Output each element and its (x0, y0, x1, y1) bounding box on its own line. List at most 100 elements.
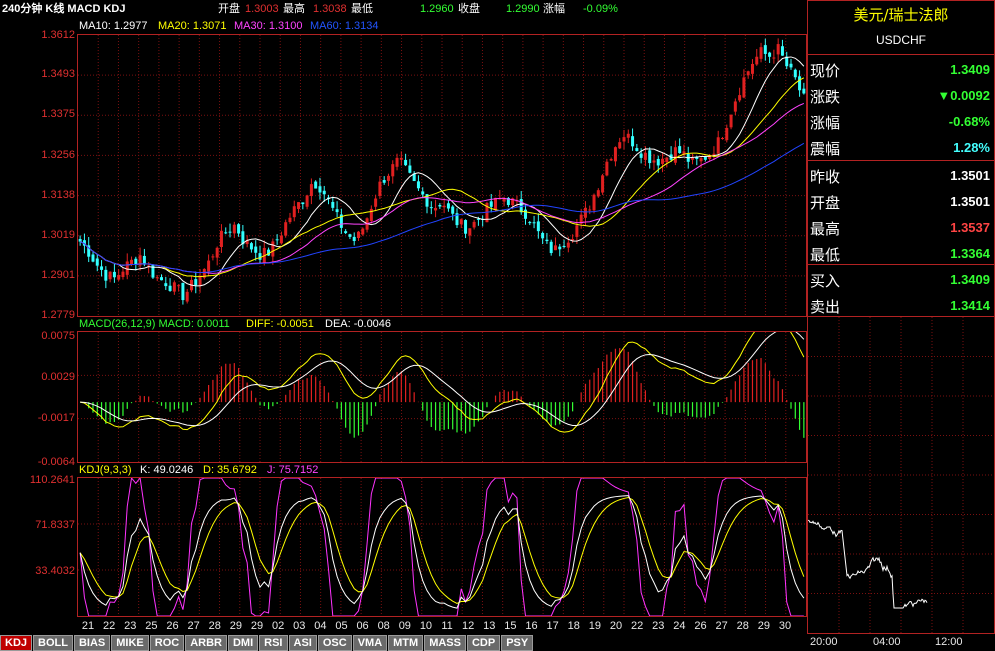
candle-body (395, 157, 399, 167)
date-tick: 06 (356, 620, 369, 632)
high-value: 1.3038 (313, 3, 347, 15)
date-tick: 19 (588, 620, 602, 632)
tab-mass[interactable]: MASS (424, 635, 466, 651)
quote-row-value: 1.3409 (950, 272, 990, 287)
date-tick: 29 (757, 620, 770, 632)
date-tick: 30 (778, 620, 792, 632)
date-tick: 12 (462, 620, 475, 632)
quote-divider (808, 54, 994, 55)
candle-body (155, 277, 159, 279)
candle-body (288, 217, 292, 223)
candle-body (524, 209, 528, 219)
candle-body (699, 158, 703, 162)
tab-mike[interactable]: MIKE (111, 635, 149, 651)
candle-body (331, 201, 335, 208)
candle-body (451, 206, 455, 214)
quote-row: 涨跌 ▼0.0092 (808, 82, 994, 108)
date-tick: 20 (609, 620, 623, 632)
quote-row-value: 1.3501 (950, 194, 990, 209)
candle-body (763, 45, 767, 54)
candle-body (588, 209, 592, 211)
intraday-chart (808, 317, 994, 633)
kdj-tick: 110.2641 (29, 474, 75, 486)
candle-body (549, 241, 553, 254)
candle-body (553, 245, 557, 251)
quote-row-label: 涨跌 (810, 88, 841, 106)
tab-bias[interactable]: BIAS (73, 635, 111, 651)
date-tick: 26 (166, 620, 179, 632)
tab-mtm[interactable]: MTM (388, 635, 424, 651)
quote-row: 最高 1.3537 (808, 214, 994, 240)
candle-body (322, 190, 326, 195)
candle-body (301, 202, 305, 205)
quote-row-value: 1.3414 (950, 298, 990, 313)
quote-row-label: 震幅 (810, 140, 841, 158)
kdj-legend-name: KDJ(9,3,3) (79, 464, 132, 476)
quote-row-value: 1.3501 (950, 168, 990, 183)
candle-body (249, 243, 253, 250)
low-label: 最低 (351, 3, 373, 15)
candle-body (661, 158, 665, 164)
open-value: 1.3003 (245, 3, 279, 15)
candle-body (566, 242, 570, 248)
candle-body (408, 165, 412, 173)
tab-roc[interactable]: ROC (149, 635, 185, 651)
ma30-legend: MA30: 1.3100 (234, 20, 303, 32)
tab-asi[interactable]: ASI (288, 635, 317, 651)
candle-body (194, 279, 198, 286)
tab-psy[interactable]: PSY (501, 635, 534, 651)
candle-body (622, 137, 626, 142)
date-tick: 27 (187, 620, 200, 632)
candle-body (464, 220, 468, 234)
tab-arbr[interactable]: ARBR (185, 635, 227, 651)
tab-cdp[interactable]: CDP (466, 635, 501, 651)
date-tick: 05 (335, 620, 348, 632)
date-tick: 17 (546, 620, 559, 632)
candle-body (134, 258, 138, 265)
tab-kdj[interactable]: KDJ (0, 635, 33, 651)
candle-body (665, 157, 669, 163)
date-tick: 13 (483, 620, 496, 632)
quote-row-label: 昨收 (810, 168, 841, 186)
quote-row-label: 卖出 (810, 298, 841, 316)
candle-body (536, 221, 540, 232)
tab-dmi[interactable]: DMI (227, 635, 259, 651)
candle-body (219, 230, 223, 248)
tab-vma[interactable]: VMA (352, 635, 388, 651)
candle-body (198, 277, 202, 287)
candle-body (613, 147, 617, 162)
quote-row-label: 最低 (810, 246, 841, 264)
candle-body (742, 77, 746, 98)
candle-body (789, 63, 793, 68)
tab-osc[interactable]: OSC (317, 635, 352, 651)
candle-body (258, 253, 262, 260)
tab-boll[interactable]: BOLL (33, 635, 73, 651)
date-tick: 27 (715, 620, 728, 632)
indicator-tabs: KDJ BOLL BIAS MIKE ROC ARBR DMI RSI ASI OSC VMA MTM… (0, 635, 534, 651)
candle-body (626, 133, 630, 138)
candle-body (177, 285, 181, 287)
kdj-tick: 33.4032 (35, 565, 75, 577)
candle-body (352, 236, 356, 241)
candle-body (635, 148, 639, 152)
candle-body (725, 127, 729, 141)
date-tick: 29 (229, 620, 242, 632)
candle-body (211, 256, 215, 258)
candle-body (95, 258, 99, 266)
quote-row-value: -0.68% (948, 114, 990, 129)
candle-body (386, 175, 390, 181)
quote-row-value: ▼0.0092 (937, 88, 990, 103)
candle-body (112, 271, 116, 278)
candle-body (772, 57, 776, 59)
candle-body (442, 205, 446, 208)
candle-body (279, 235, 283, 244)
ma60-legend: MA60: 1.3134 (310, 20, 379, 32)
low-value: 1.2960 (420, 3, 454, 15)
candle-body (361, 228, 365, 235)
date-tick: 24 (673, 620, 686, 632)
candle-body (545, 239, 549, 242)
date-tick: 23 (124, 620, 137, 632)
tab-rsi[interactable]: RSI (259, 635, 288, 651)
candle-body (776, 44, 780, 55)
candle-body (271, 241, 275, 257)
